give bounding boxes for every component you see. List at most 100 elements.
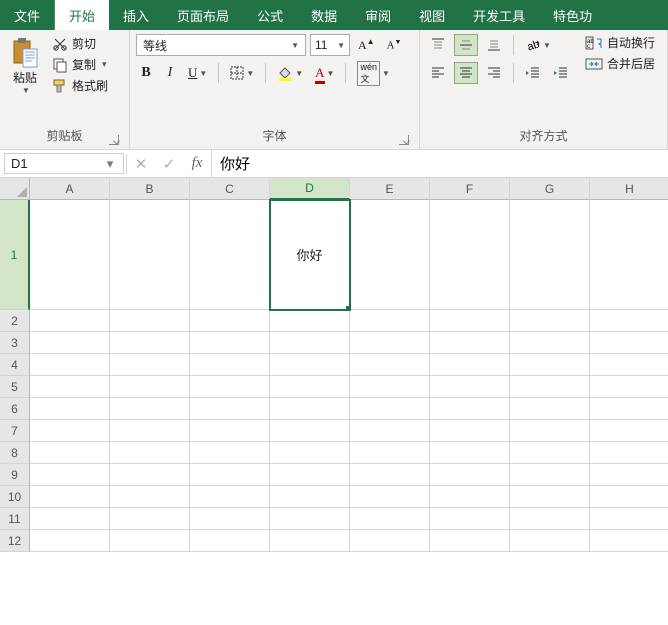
- cell-B3[interactable]: [110, 332, 190, 354]
- cell-D10[interactable]: [270, 486, 350, 508]
- cell-G3[interactable]: [510, 332, 590, 354]
- copy-button[interactable]: 复制 ▾: [50, 55, 110, 74]
- cell-A7[interactable]: [30, 420, 110, 442]
- cell-A6[interactable]: [30, 398, 110, 420]
- cell-A9[interactable]: [30, 464, 110, 486]
- align-right-button[interactable]: [482, 62, 506, 84]
- cell-B2[interactable]: [110, 310, 190, 332]
- cell-H10[interactable]: [590, 486, 668, 508]
- cell-F4[interactable]: [430, 354, 510, 376]
- font-name-combo[interactable]: 等线 ▼: [136, 34, 306, 56]
- cell-F11[interactable]: [430, 508, 510, 530]
- tab-special[interactable]: 特色功: [539, 0, 606, 30]
- tab-formulas[interactable]: 公式: [243, 0, 297, 30]
- col-header-D[interactable]: D: [270, 178, 350, 200]
- cell-H6[interactable]: [590, 398, 668, 420]
- paste-button[interactable]: 粘贴 ▼: [6, 34, 44, 98]
- cell-C2[interactable]: [190, 310, 270, 332]
- cell-C9[interactable]: [190, 464, 270, 486]
- phonetic-button[interactable]: wén文 ▼: [353, 62, 393, 84]
- align-left-button[interactable]: [426, 62, 450, 84]
- row-header-2[interactable]: 2: [0, 310, 30, 332]
- cell-C7[interactable]: [190, 420, 270, 442]
- cut-button[interactable]: 剪切: [50, 34, 110, 53]
- align-middle-button[interactable]: [454, 34, 478, 56]
- cell-A4[interactable]: [30, 354, 110, 376]
- row-header-1[interactable]: 1: [0, 200, 30, 310]
- cell-D5[interactable]: [270, 376, 350, 398]
- cell-A5[interactable]: [30, 376, 110, 398]
- cell-B9[interactable]: [110, 464, 190, 486]
- cell-A12[interactable]: [30, 530, 110, 552]
- dialog-launcher-icon[interactable]: [109, 135, 119, 145]
- cell-H1[interactable]: [590, 200, 668, 310]
- cell-B5[interactable]: [110, 376, 190, 398]
- cell-E6[interactable]: [350, 398, 430, 420]
- cell-D3[interactable]: [270, 332, 350, 354]
- cell-B6[interactable]: [110, 398, 190, 420]
- cell-H2[interactable]: [590, 310, 668, 332]
- cell-G8[interactable]: [510, 442, 590, 464]
- enter-button[interactable]: ✓: [155, 150, 183, 178]
- cell-H9[interactable]: [590, 464, 668, 486]
- decrease-indent-button[interactable]: [521, 62, 545, 84]
- align-bottom-button[interactable]: [482, 34, 506, 56]
- row-header-5[interactable]: 5: [0, 376, 30, 398]
- cell-D12[interactable]: [270, 530, 350, 552]
- cell-D1[interactable]: 你好: [270, 200, 350, 310]
- col-header-F[interactable]: F: [430, 178, 510, 200]
- cell-G6[interactable]: [510, 398, 590, 420]
- cell-B12[interactable]: [110, 530, 190, 552]
- row-header-8[interactable]: 8: [0, 442, 30, 464]
- cell-C12[interactable]: [190, 530, 270, 552]
- col-header-A[interactable]: A: [30, 178, 110, 200]
- increase-font-button[interactable]: A▲: [354, 34, 379, 56]
- cell-D4[interactable]: [270, 354, 350, 376]
- cell-A10[interactable]: [30, 486, 110, 508]
- row-header-3[interactable]: 3: [0, 332, 30, 354]
- cell-B11[interactable]: [110, 508, 190, 530]
- format-painter-button[interactable]: 格式刷: [50, 76, 110, 95]
- cell-F8[interactable]: [430, 442, 510, 464]
- cell-B10[interactable]: [110, 486, 190, 508]
- tab-file[interactable]: 文件: [0, 0, 55, 30]
- cell-A1[interactable]: [30, 200, 110, 310]
- cell-G11[interactable]: [510, 508, 590, 530]
- cell-G5[interactable]: [510, 376, 590, 398]
- cancel-button[interactable]: ✕: [127, 150, 155, 178]
- cell-E11[interactable]: [350, 508, 430, 530]
- cell-F12[interactable]: [430, 530, 510, 552]
- col-header-E[interactable]: E: [350, 178, 430, 200]
- cell-H7[interactable]: [590, 420, 668, 442]
- formula-input[interactable]: [211, 150, 668, 177]
- cell-E1[interactable]: [350, 200, 430, 310]
- cell-E2[interactable]: [350, 310, 430, 332]
- tab-page-layout[interactable]: 页面布局: [163, 0, 243, 30]
- orientation-button[interactable]: ab▼: [521, 34, 555, 56]
- cell-B7[interactable]: [110, 420, 190, 442]
- row-header-7[interactable]: 7: [0, 420, 30, 442]
- cell-C6[interactable]: [190, 398, 270, 420]
- cell-E5[interactable]: [350, 376, 430, 398]
- cell-C11[interactable]: [190, 508, 270, 530]
- cell-E3[interactable]: [350, 332, 430, 354]
- decrease-font-button[interactable]: A▼: [383, 34, 406, 56]
- cell-D7[interactable]: [270, 420, 350, 442]
- bold-button[interactable]: B: [136, 62, 156, 84]
- cell-F2[interactable]: [430, 310, 510, 332]
- italic-button[interactable]: I: [160, 62, 180, 84]
- merge-center-button[interactable]: 合并后居: [583, 55, 657, 72]
- font-color-button[interactable]: A ▼: [311, 62, 338, 84]
- underline-button[interactable]: U▼: [184, 62, 211, 84]
- cell-G1[interactable]: [510, 200, 590, 310]
- cell-G9[interactable]: [510, 464, 590, 486]
- cell-B1[interactable]: [110, 200, 190, 310]
- cell-F7[interactable]: [430, 420, 510, 442]
- cell-B4[interactable]: [110, 354, 190, 376]
- cell-D2[interactable]: [270, 310, 350, 332]
- fill-color-button[interactable]: ▼: [273, 62, 307, 84]
- cell-C5[interactable]: [190, 376, 270, 398]
- cell-D6[interactable]: [270, 398, 350, 420]
- row-header-12[interactable]: 12: [0, 530, 30, 552]
- cell-H5[interactable]: [590, 376, 668, 398]
